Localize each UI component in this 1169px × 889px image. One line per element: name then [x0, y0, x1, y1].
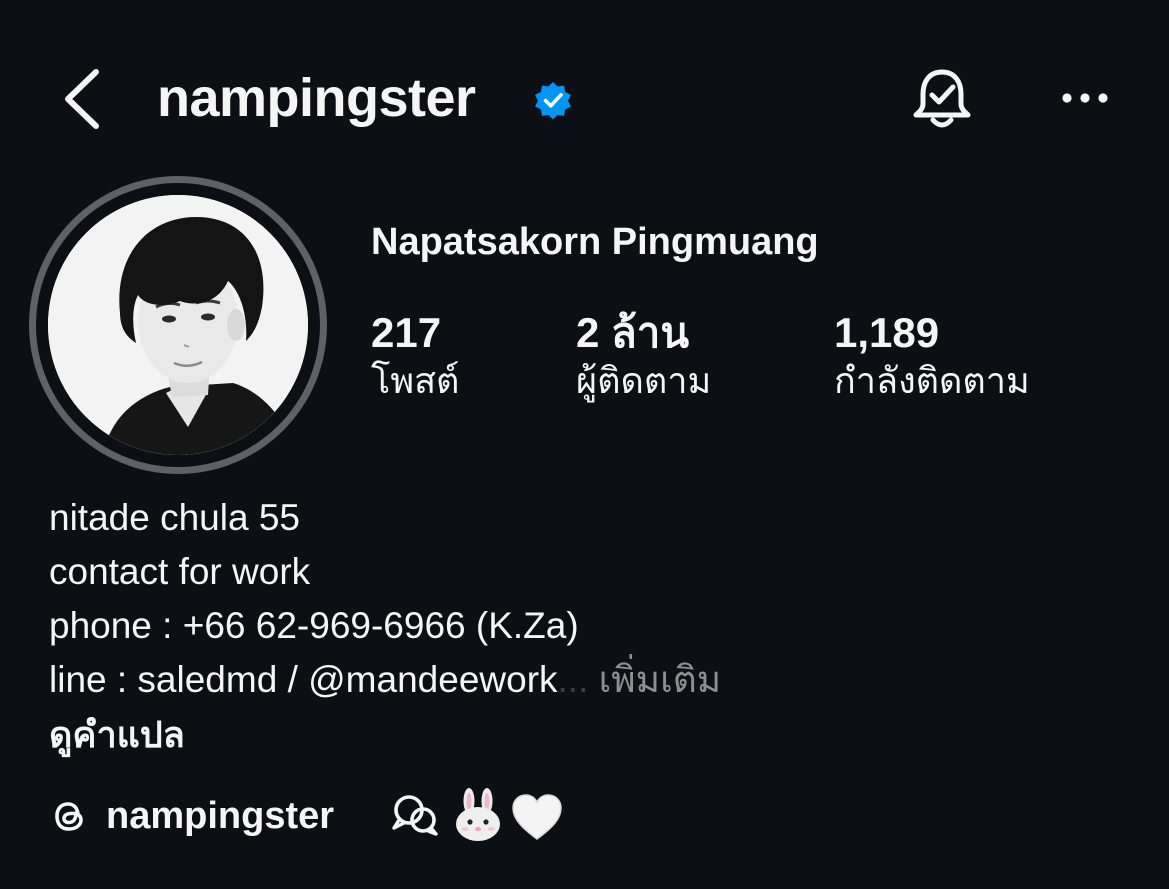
followers-stat[interactable]: 2 ล้าน ผู้ติดตาม	[576, 306, 711, 404]
back-button[interactable]	[58, 64, 108, 134]
chat-bubble-icon	[392, 795, 438, 836]
bell-check-icon	[913, 69, 971, 128]
bunny-emoji-icon	[456, 788, 500, 841]
bio-line[interactable]: phone : +66 62-969-6966 (K.Za)	[49, 599, 721, 653]
threads-link[interactable]: nampingster	[48, 786, 334, 846]
following-count: 1,189	[834, 309, 940, 356]
bio-more-link[interactable]: เพิ่มเติม	[599, 659, 722, 700]
display-name: Napatsakorn Pingmuang	[371, 221, 819, 263]
bio: nitade chula 55 contact for work phone :…	[49, 491, 721, 707]
chevron-left-icon	[65, 69, 99, 129]
more-horizontal-icon	[1062, 93, 1108, 103]
profile-page: nampingster Napatsakorn Pingmuang 217 โพ…	[0, 0, 1169, 889]
bio-ellipsis: ...	[557, 659, 589, 700]
threads-logo-icon	[55, 802, 83, 831]
threads-handle: nampingster	[106, 794, 335, 837]
verified-badge-icon	[535, 82, 571, 120]
followers-label: ผู้ติดตาม	[576, 360, 712, 401]
bio-line: contact for work	[49, 551, 311, 592]
bio-line: nitade chula 55	[49, 497, 300, 538]
see-translation-link[interactable]: ดูคำแปล	[49, 710, 185, 760]
posts-stat[interactable]: 217 โพสต์	[371, 306, 459, 404]
avatar-portrait	[48, 195, 308, 455]
notifications-button[interactable]	[907, 64, 977, 134]
bio-line-text: line : saledmd / @mandeework	[49, 659, 558, 700]
following-stat[interactable]: 1,189 กำลังติดตาม	[834, 306, 1030, 404]
more-options-button[interactable]	[1055, 80, 1115, 116]
posts-count: 217	[371, 309, 442, 356]
avatar	[48, 195, 308, 455]
posts-label: โพสต์	[371, 360, 460, 401]
story-ring[interactable]	[29, 176, 327, 474]
following-label: กำลังติดตาม	[834, 360, 1030, 401]
followers-count: 2 ล้าน	[576, 309, 690, 356]
bio-line: line : saledmd / @mandeework... เพิ่มเติ…	[49, 653, 721, 707]
white-heart-emoji-icon	[512, 794, 562, 840]
header-username: nampingster	[157, 68, 476, 128]
